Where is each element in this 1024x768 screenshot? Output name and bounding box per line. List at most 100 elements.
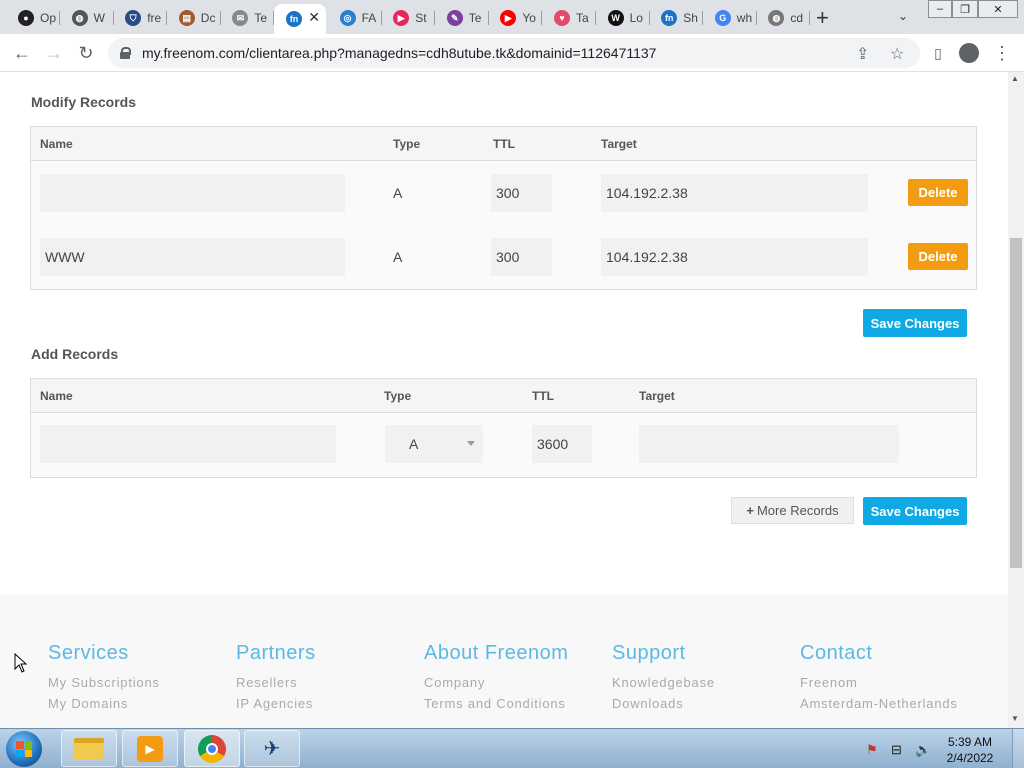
browser-tab[interactable]: ▤ Dc <box>167 4 221 32</box>
browser-tab[interactable]: ◎ FA <box>328 4 382 32</box>
tab-title: St <box>415 11 427 25</box>
mail-icon: ✉ <box>232 10 249 26</box>
plus-icon: + <box>746 503 754 518</box>
url-text[interactable]: my.freenom.com/clientarea.php?managedns=… <box>142 45 656 61</box>
tab-search-chevron-icon[interactable]: ⌄ <box>898 9 908 23</box>
forward-arrow-icon[interactable]: → <box>42 41 66 65</box>
media-player-icon: ▶ <box>137 735 163 762</box>
taskbar-clock[interactable]: 5:39 AM 2/4/2022 <box>940 734 1000 766</box>
tray-volume-icon[interactable]: 🔈 <box>915 742 931 758</box>
scroll-up-icon[interactable]: ▲ <box>1011 74 1019 83</box>
footer-link[interactable]: My Subscriptions <box>48 675 160 690</box>
profile-avatar-icon[interactable] <box>957 41 981 65</box>
new-record-target-input[interactable] <box>639 425 899 463</box>
record-ttl-input[interactable]: 300 <box>491 174 552 212</box>
address-bar[interactable]: my.freenom.com/clientarea.php?managedns=… <box>108 38 920 68</box>
tab-title: Sh <box>683 11 698 25</box>
footer-link[interactable]: Amsterdam-Netherlands <box>800 696 958 711</box>
header-name: Name <box>40 137 73 151</box>
record-name-input[interactable]: WWW <box>40 238 345 276</box>
back-arrow-icon[interactable]: ← <box>10 41 34 65</box>
close-window-button[interactable]: ✕ <box>978 0 1018 18</box>
freenom-icon: fn <box>286 11 302 27</box>
new-record-name-input[interactable] <box>40 425 336 463</box>
new-record-type-select[interactable]: A <box>385 425 483 463</box>
reload-icon[interactable]: ↻ <box>74 41 98 65</box>
footer-heading: Partners <box>236 642 316 664</box>
document-icon: ▤ <box>178 10 195 26</box>
scrollbar-thumb[interactable] <box>1010 238 1022 568</box>
footer-link[interactable]: Company <box>424 675 568 690</box>
freenom-icon: fn <box>661 10 678 26</box>
maximize-button[interactable]: ❐ <box>952 0 978 18</box>
tab-title: W <box>93 11 105 25</box>
header-type: Type <box>393 137 421 151</box>
google-icon: G <box>714 10 731 26</box>
browser-tab[interactable]: ◍ cd <box>756 4 811 32</box>
modify-records-table: Name Type TTL Target A 300 104.192.2.38 … <box>30 126 977 290</box>
delete-button[interactable]: Delete <box>908 179 968 206</box>
header-target: Target <box>601 137 637 151</box>
browser-tab[interactable]: ✉ Te <box>220 4 275 32</box>
side-panel-icon[interactable]: ▯ <box>926 41 950 65</box>
record-ttl-input[interactable]: 300 <box>491 238 552 276</box>
footer-link[interactable]: Downloads <box>612 696 715 711</box>
save-changes-button[interactable]: Save Changes <box>863 309 967 337</box>
dropdown-arrow-icon <box>467 441 475 446</box>
browser-tab[interactable]: ▶ Yo <box>488 4 543 32</box>
taskbar-file-explorer[interactable] <box>61 730 117 767</box>
tab-title: Te <box>254 11 268 25</box>
kebab-menu-icon[interactable]: ⋮ <box>990 41 1014 65</box>
taskbar-chrome[interactable] <box>184 730 240 767</box>
browser-tab[interactable]: fn Sh <box>649 4 704 32</box>
new-tab-button[interactable]: + <box>816 5 829 31</box>
browser-tab[interactable]: ⛉ fre <box>113 4 168 32</box>
footer-link[interactable]: Knowledgebase <box>612 675 715 690</box>
footer-heading: Contact <box>800 642 873 664</box>
tray-flag-icon[interactable]: ⚑ <box>866 742 878 758</box>
browser-tab[interactable]: fn ✕ <box>274 4 326 34</box>
browser-tab-strip: ● Op ◍ W ⛉ fre ▤ Dc ✉ Te fn ✕ ◎ FA ▶ St ✎ Te ▶ Yo ♥ Ta W Lo fn Sh… <box>0 0 1024 34</box>
browser-tab[interactable]: ✎ Te <box>435 4 489 32</box>
heart-icon: ♥ <box>554 10 570 26</box>
browser-tab[interactable]: ◍ W <box>60 4 114 32</box>
taskbar-app-bird[interactable]: ✈ <box>244 730 300 767</box>
new-record-ttl-input[interactable]: 3600 <box>532 425 592 463</box>
footer-column: Partners Resellers IP Agencies <box>236 642 316 717</box>
play-icon: ▶ <box>393 10 410 26</box>
browser-tab[interactable]: ♥ Ta <box>542 4 596 32</box>
globe-icon: ◍ <box>768 10 785 26</box>
record-target-input[interactable]: 104.192.2.38 <box>601 174 868 212</box>
taskbar-media-player[interactable]: ▶ <box>122 730 178 767</box>
footer-link[interactable]: IP Agencies <box>236 696 316 711</box>
show-desktop-button[interactable] <box>1012 729 1024 768</box>
browser-tab[interactable]: ● Op <box>6 4 60 32</box>
share-icon[interactable]: ⇪ <box>856 44 869 64</box>
more-records-label: More Records <box>756 503 839 518</box>
browser-tab[interactable]: ▶ St <box>381 4 436 32</box>
scroll-down-icon[interactable]: ▼ <box>1011 714 1019 723</box>
tray-network-icon[interactable]: ⊟ <box>891 742 902 758</box>
browser-tab[interactable]: Gwh <box>703 4 757 32</box>
footer-link[interactable]: Terms and Conditions <box>424 696 568 711</box>
mouse-cursor-icon <box>14 653 28 673</box>
footer-link[interactable]: Resellers <box>236 675 316 690</box>
tab-title: fre <box>147 11 162 25</box>
close-tab-icon[interactable]: ✕ <box>308 9 320 26</box>
minimize-button[interactable]: – <box>928 0 952 18</box>
record-type: A <box>393 185 403 201</box>
record-target-input[interactable]: 104.192.2.38 <box>601 238 868 276</box>
bookmark-star-icon[interactable]: ☆ <box>890 44 904 64</box>
footer-link[interactable]: My Domains <box>48 696 160 711</box>
footer-link[interactable]: Freenom <box>800 675 958 690</box>
start-button[interactable] <box>6 731 42 767</box>
more-records-button[interactable]: + More Records <box>731 497 854 524</box>
lock-icon[interactable] <box>120 47 131 59</box>
chrome-icon <box>198 734 226 763</box>
table-row: A 3600 <box>31 413 976 477</box>
save-changes-button[interactable]: Save Changes <box>863 497 967 525</box>
header-target: Target <box>639 389 675 403</box>
browser-tab[interactable]: W Lo <box>596 4 650 32</box>
record-name-input[interactable] <box>40 174 345 212</box>
delete-button[interactable]: Delete <box>908 243 968 270</box>
